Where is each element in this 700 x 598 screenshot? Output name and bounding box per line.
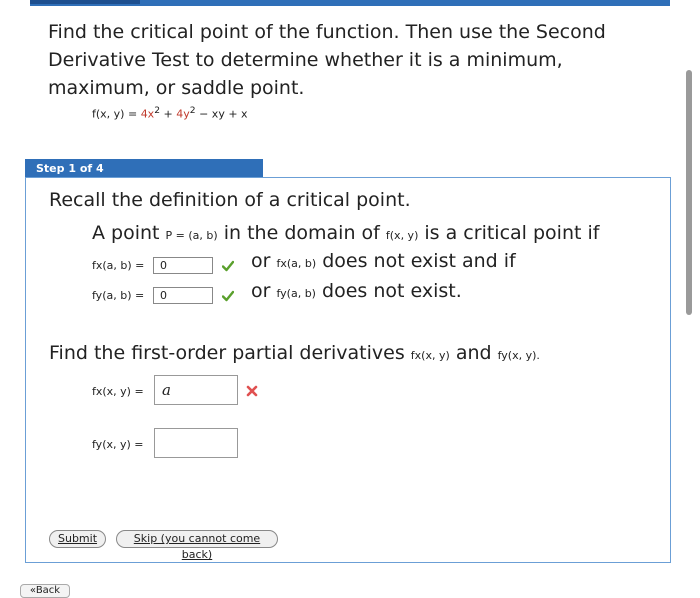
definition-critical: is a critical point if xyxy=(424,222,600,244)
fy-ab-answer[interactable]: 0 xyxy=(153,287,213,304)
scrollbar[interactable] xyxy=(686,70,692,315)
fy-xy-input[interactable] xyxy=(154,428,238,458)
fx-xy-label: fx(x, y) = xyxy=(92,385,144,398)
submit-button[interactable]: Submit xyxy=(49,530,106,548)
skip-button[interactable]: Skip (you cannot come back) xyxy=(116,530,278,561)
check-icon xyxy=(222,260,234,272)
find-partials-text: Find the first-order partial derivatives… xyxy=(49,342,540,364)
problem-statement: Find the critical point of the function.… xyxy=(48,21,606,99)
function-term-2: 4y xyxy=(176,107,190,121)
recall-text: Recall the definition of a critical poin… xyxy=(49,189,411,211)
check-icon xyxy=(222,290,234,302)
top-bar-tab xyxy=(30,0,140,4)
fx-ab-label: fx(a, b) = xyxy=(92,259,145,272)
back-button[interactable]: «Back xyxy=(20,584,70,598)
definition-a-point: A point xyxy=(92,222,160,244)
x-mark-icon xyxy=(246,385,258,397)
fy-ab-tail: does not exist. xyxy=(322,280,462,302)
fx-ab-expression: fx(a, b) xyxy=(276,257,317,270)
function-term-1: 4x xyxy=(140,107,155,121)
fy-xy-expression: fy(x, y). xyxy=(497,349,540,362)
step-label: Step 1 of 4 xyxy=(25,159,263,178)
function-reference: f(x, y) xyxy=(385,229,419,242)
function-expression: f(x, y) = 4x2 + 4y2 − xy + x xyxy=(92,105,248,121)
fy-ab-condition: or fy(a, b) does not exist. xyxy=(251,280,462,302)
find-and: and xyxy=(455,342,492,364)
definition-domain: in the domain of xyxy=(223,222,380,244)
fx-or: or xyxy=(251,250,271,272)
fy-or: or xyxy=(251,280,271,302)
fx-ab-condition: or fx(a, b) does not exist and if xyxy=(251,250,516,272)
fy-ab-label: fy(a, b) = xyxy=(92,289,145,302)
function-prefix: f(x, y) = xyxy=(92,107,141,121)
fy-xy-label: fy(x, y) = xyxy=(92,438,144,451)
find-text: Find the first-order partial derivatives xyxy=(49,342,405,364)
fx-xy-input[interactable]: a xyxy=(154,375,238,405)
definition-line: A point P = (a, b) in the domain of f(x,… xyxy=(92,222,599,244)
fy-ab-expression: fy(a, b) xyxy=(276,287,316,300)
function-rest: − xy + x xyxy=(195,107,248,121)
fx-ab-answer[interactable]: 0 xyxy=(153,257,213,274)
point-expression: P = (a, b) xyxy=(165,229,218,242)
fx-ab-tail: does not exist and if xyxy=(322,250,516,272)
fx-xy-expression: fx(x, y) xyxy=(410,349,450,362)
